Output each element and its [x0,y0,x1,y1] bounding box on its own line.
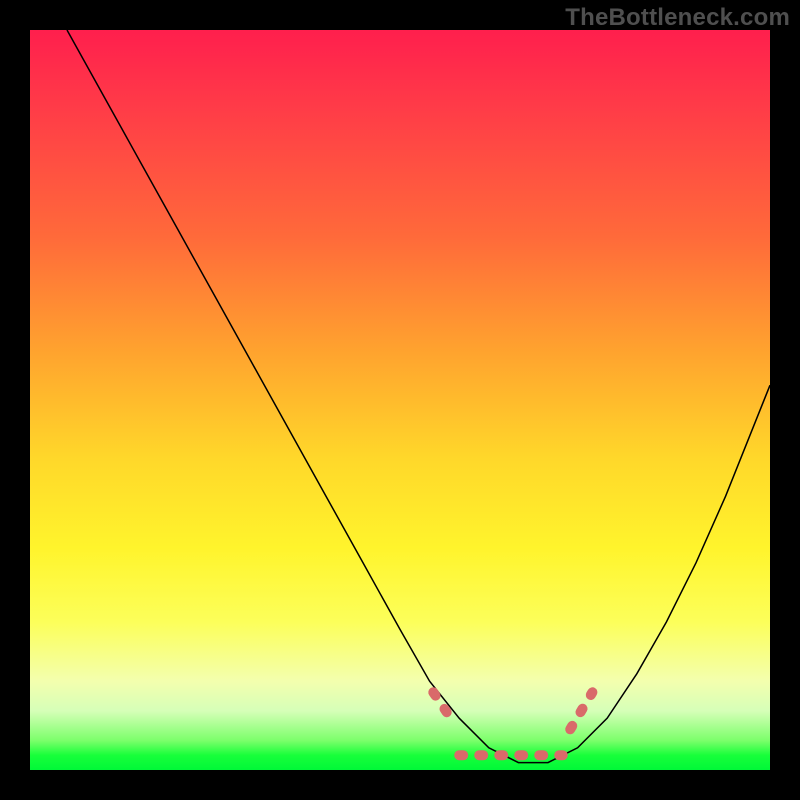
plot-area [30,30,770,770]
highlight-segment [570,692,592,729]
watermark-text: TheBottleneck.com [565,4,790,32]
chart-frame: TheBottleneck.com [0,0,800,800]
curve-layer [30,30,770,770]
highlight-markers [433,692,592,755]
bottleneck-curve [67,30,770,763]
